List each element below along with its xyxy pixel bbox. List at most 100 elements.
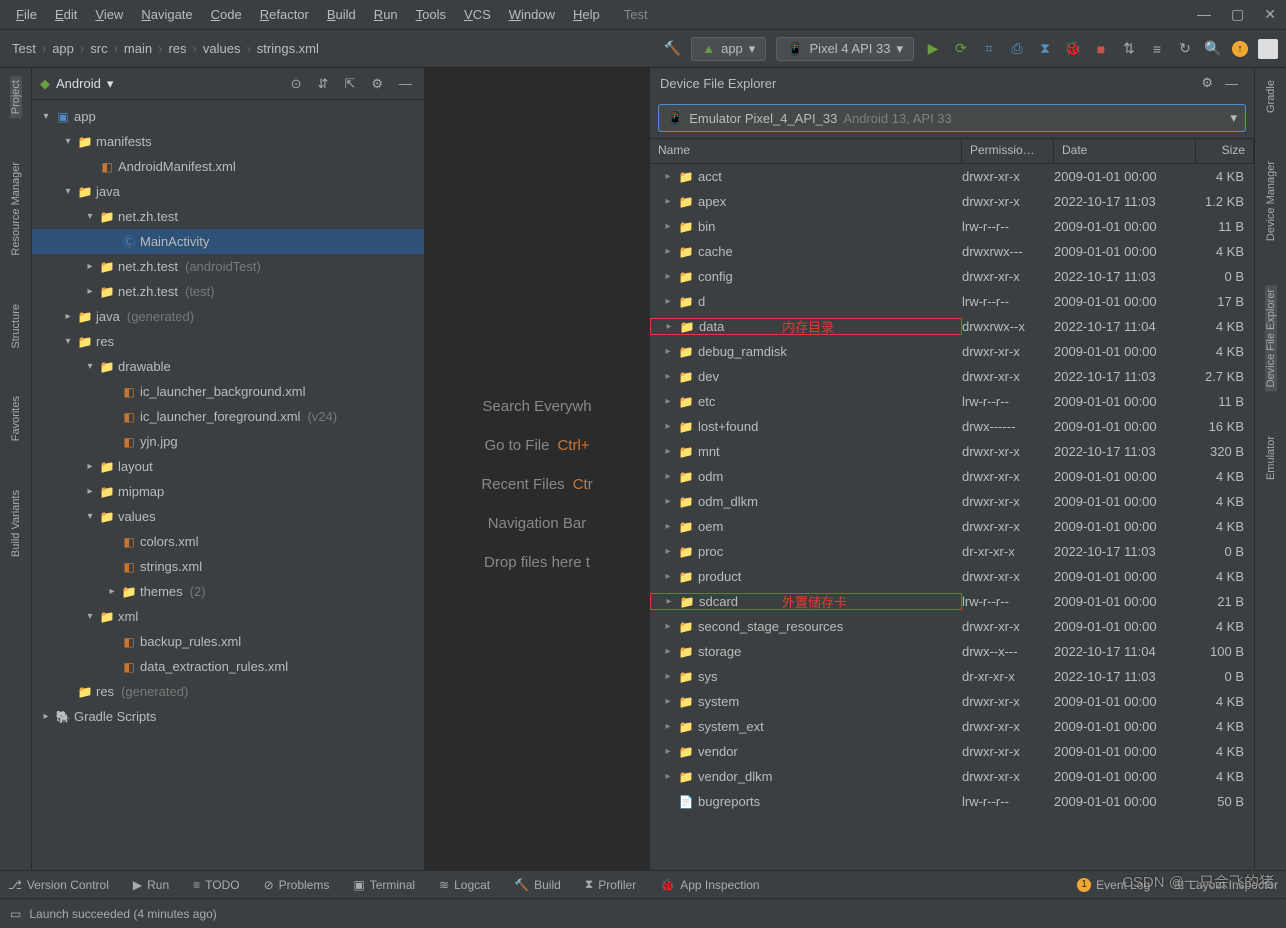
stop-icon[interactable]: ■: [1092, 40, 1110, 58]
file-row[interactable]: ▸📁cachedrwxrwx---2009-01-01 00:004 KB: [650, 239, 1254, 264]
file-row[interactable]: ▸📁vendor_dlkmdrwxr-xr-x2009-01-01 00:004…: [650, 764, 1254, 789]
breadcrumb[interactable]: Test›app›src›main›res›values›strings.xml: [8, 39, 323, 58]
twisty-icon[interactable]: ▸: [662, 396, 674, 407]
twisty-icon[interactable]: ▾: [62, 336, 74, 347]
bottom-todo[interactable]: ≡TODO: [193, 878, 239, 892]
twisty-icon[interactable]: ▸: [662, 646, 674, 657]
menu-code[interactable]: Code: [205, 4, 248, 25]
menu-run[interactable]: Run: [368, 4, 404, 25]
attach-icon[interactable]: ⎙: [1008, 40, 1026, 58]
twisty-icon[interactable]: ▾: [84, 361, 96, 372]
breadcrumb-item[interactable]: Test: [8, 39, 40, 58]
file-row[interactable]: ▸📁mntdrwxr-xr-x2022-10-17 11:03320 B: [650, 439, 1254, 464]
twisty-icon[interactable]: ▸: [662, 521, 674, 532]
update-badge[interactable]: ↑: [1232, 41, 1248, 57]
bottom-tool-bar[interactable]: ⎇Version Control▶Run≡TODO⊘Problems▣Termi…: [0, 870, 1286, 898]
file-row[interactable]: ▸📁storagedrwx--x---2022-10-17 11:04100 B: [650, 639, 1254, 664]
gear-icon[interactable]: ⚙: [367, 76, 387, 92]
sync-icon[interactable]: ↻: [1176, 40, 1194, 58]
twisty-icon[interactable]: ▸: [84, 486, 96, 497]
bottom-problems[interactable]: ⊘Problems: [264, 878, 330, 892]
twisty-icon[interactable]: ▸: [62, 311, 74, 322]
bug-icon[interactable]: 🐞: [1064, 40, 1082, 58]
twisty-icon[interactable]: ▾: [84, 211, 96, 222]
twisty-icon[interactable]: ▸: [662, 496, 674, 507]
twisty-icon[interactable]: ▸: [84, 461, 96, 472]
twisty-icon[interactable]: ▸: [662, 721, 674, 732]
breadcrumb-item[interactable]: app: [48, 39, 78, 58]
more-icon[interactable]: ≡: [1148, 40, 1166, 58]
file-row[interactable]: ▸📁sdcard外置储存卡lrw-r--r--2009-01-01 00:002…: [650, 589, 1254, 614]
twisty-icon[interactable]: ▸: [663, 321, 675, 332]
file-row[interactable]: ▸📁apexdrwxr-xr-x2022-10-17 11:031.2 KB: [650, 189, 1254, 214]
run-icon[interactable]: ▶: [924, 40, 942, 58]
menu-navigate[interactable]: Navigate: [135, 4, 198, 25]
col-size[interactable]: Size: [1196, 139, 1254, 163]
select-open-icon[interactable]: ⊙: [287, 76, 306, 92]
menu-view[interactable]: View: [89, 4, 129, 25]
file-row[interactable]: ▸📁lost+founddrwx------2009-01-01 00:0016…: [650, 414, 1254, 439]
vcs-icon[interactable]: ⇅: [1120, 40, 1138, 58]
file-row[interactable]: ▸📁vendordrwxr-xr-x2009-01-01 00:004 KB: [650, 739, 1254, 764]
twisty-icon[interactable]: ▸: [40, 711, 52, 722]
tree-item[interactable]: ▾📁res: [32, 329, 424, 354]
file-row[interactable]: ▸📁dlrw-r--r--2009-01-01 00:0017 B: [650, 289, 1254, 314]
file-row[interactable]: ▸📁sysdr-xr-xr-x2022-10-17 11:030 B: [650, 664, 1254, 689]
twisty-icon[interactable]: ▸: [662, 671, 674, 682]
hide-icon[interactable]: —: [1219, 76, 1244, 91]
project-view-selector[interactable]: ◆ Android ▾: [40, 76, 113, 92]
rail-build-variants[interactable]: Build Variants: [10, 486, 22, 561]
twisty-icon[interactable]: ▸: [662, 171, 674, 182]
twisty-icon[interactable]: ▾: [62, 186, 74, 197]
rail-device-manager[interactable]: Device Manager: [1265, 157, 1277, 245]
rail-emulator[interactable]: Emulator: [1265, 432, 1277, 484]
tree-item[interactable]: ◧AndroidManifest.xml: [32, 154, 424, 179]
tree-item[interactable]: ▾📁net.zh.test: [32, 204, 424, 229]
twisty-icon[interactable]: ▸: [662, 571, 674, 582]
avatar[interactable]: [1258, 39, 1278, 59]
device-selector[interactable]: 📱 Pixel 4 API 33 ▾: [776, 37, 914, 61]
col-date[interactable]: Date: [1054, 139, 1196, 163]
dfe-column-headers[interactable]: Name Permissio… Date Size: [650, 138, 1254, 164]
bottom-build[interactable]: 🔨Build: [514, 878, 561, 892]
coverage-icon[interactable]: ⟳: [952, 40, 970, 58]
bottom-terminal[interactable]: ▣Terminal: [353, 878, 415, 892]
tree-item[interactable]: ◧ic_launcher_foreground.xml(v24): [32, 404, 424, 429]
breadcrumb-item[interactable]: res: [164, 39, 190, 58]
twisty-icon[interactable]: ▸: [662, 746, 674, 757]
twisty-icon[interactable]: ▾: [40, 111, 52, 122]
tree-item[interactable]: ▾📁values: [32, 504, 424, 529]
file-row[interactable]: ▸📁debug_ramdiskdrwxr-xr-x2009-01-01 00:0…: [650, 339, 1254, 364]
rail-structure[interactable]: Structure: [10, 300, 22, 353]
twisty-icon[interactable]: ▸: [662, 371, 674, 382]
file-row[interactable]: ▸📁devdrwxr-xr-x2022-10-17 11:032.7 KB: [650, 364, 1254, 389]
dfe-device-selector[interactable]: 📱 Emulator Pixel_4_API_33 Android 13, AP…: [658, 104, 1246, 132]
breadcrumb-item[interactable]: strings.xml: [253, 39, 323, 58]
minimize-icon[interactable]: —: [1197, 6, 1211, 23]
tree-item[interactable]: ▸📁themes(2): [32, 579, 424, 604]
menu-file[interactable]: File: [10, 4, 43, 25]
close-icon[interactable]: ✕: [1264, 6, 1276, 23]
menu-tools[interactable]: Tools: [410, 4, 452, 25]
twisty-icon[interactable]: ▸: [662, 246, 674, 257]
main-menu[interactable]: FileEditViewNavigateCodeRefactorBuildRun…: [10, 4, 606, 25]
rail-gradle[interactable]: Gradle: [1265, 76, 1277, 117]
col-perm[interactable]: Permissio…: [962, 139, 1054, 163]
rail-resource-manager[interactable]: Resource Manager: [10, 158, 22, 260]
rail-device-file-explorer[interactable]: Device File Explorer: [1265, 285, 1277, 391]
twisty-icon[interactable]: ▾: [84, 611, 96, 622]
bottom-app-inspection[interactable]: 🐞App Inspection: [660, 878, 759, 892]
tree-item[interactable]: ◧colors.xml: [32, 529, 424, 554]
twisty-icon[interactable]: ▸: [662, 446, 674, 457]
gear-icon[interactable]: ⚙: [1195, 75, 1219, 91]
maximize-icon[interactable]: ▢: [1231, 6, 1244, 23]
twisty-icon[interactable]: ▸: [662, 696, 674, 707]
menu-vcs[interactable]: VCS: [458, 4, 497, 25]
twisty-icon[interactable]: ▸: [662, 471, 674, 482]
tree-item[interactable]: ▸📁java(generated): [32, 304, 424, 329]
left-tool-rail[interactable]: ProjectResource ManagerStructureFavorite…: [0, 68, 32, 900]
profile-icon[interactable]: ⧗: [1036, 40, 1054, 58]
tree-item[interactable]: ◧data_extraction_rules.xml: [32, 654, 424, 679]
dfe-file-list[interactable]: ▸📁acctdrwxr-xr-x2009-01-01 00:004 KB▸📁ap…: [650, 164, 1254, 900]
hammer-icon[interactable]: 🔨: [663, 40, 681, 58]
